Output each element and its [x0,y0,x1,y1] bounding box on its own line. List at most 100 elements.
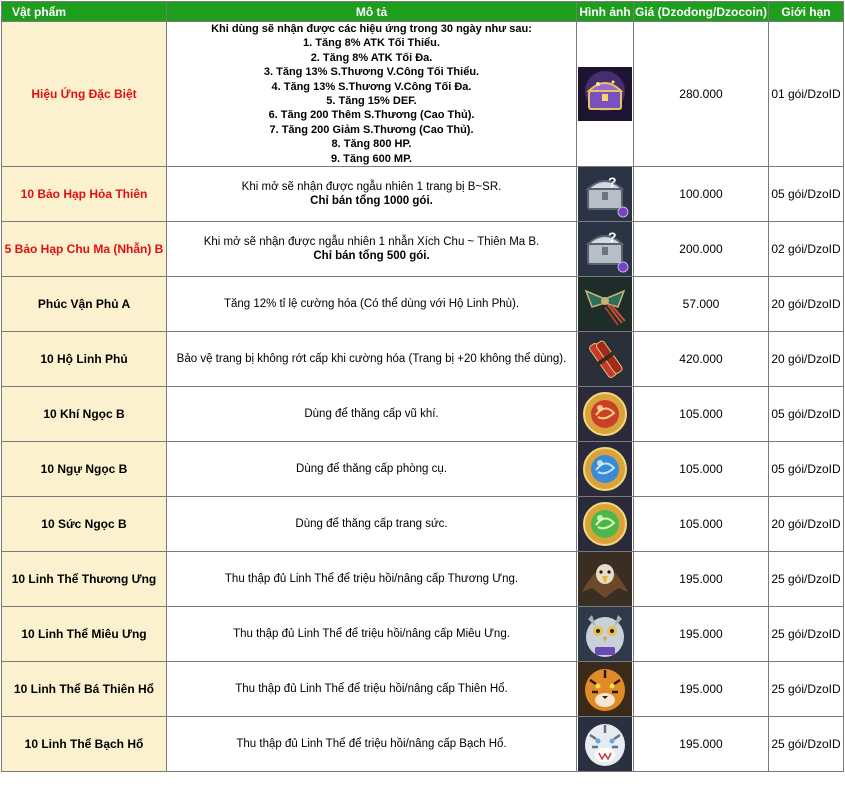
item-price: 280.000 [633,20,769,168]
table-row: 5 Bảo Hạp Chu Ma (Nhẫn) B Khi mở sẽ nhận… [1,221,844,278]
table-row: 10 Linh Thể Miêu Ưng Thu thập đủ Linh Th… [1,606,844,663]
item-price: 195.000 [633,661,769,718]
table-row: 10 Linh Thể Thương Ưng Thu thập đủ Linh … [1,551,844,608]
item-name: 10 Khí Ngọc B [1,386,167,443]
silver-chest-icon: ? [578,222,632,276]
item-description: Bảo vệ trang bị không rớt cấp khi cường … [166,331,577,388]
item-limit: 25 gói/DzoID [768,716,844,773]
item-description: Tăng 12% tỉ lệ cường hóa (Có thể dùng vớ… [166,276,577,333]
header-item: Vật phẩm [1,1,167,22]
eagle-spirit-icon [578,552,632,606]
item-limit: 02 gói/DzoID [768,221,844,278]
item-name: Phúc Vận Phủ A [1,276,167,333]
owl-spirit-icon [578,607,632,661]
item-name: Hiệu Ứng Đặc Biệt [1,20,167,168]
item-image-cell [576,661,634,718]
table-row: Hiệu Ứng Đặc Biệt Khi dùng sẽ nhận được … [1,20,844,168]
description-line: 7. Tăng 200 Giảm S.Thương (Cao Thủ). [269,123,474,136]
item-description: Dùng để thăng cấp vũ khí. [166,386,577,443]
description-line: 1. Tăng 8% ATK Tối Thiểu. [303,37,440,50]
item-limit: 05 gói/DzoID [768,386,844,443]
item-name: 10 Bảo Hạp Hỏa Thiên [1,166,167,223]
description-line: 4. Tăng 13% S.Thương V.Công Tối Đa. [271,80,472,93]
description-line: 3. Tăng 13% S.Thương V.Công Tối Thiểu. [263,66,480,79]
table-header-row: Vật phẩm Mô tả Hình ảnh Giá (Dzodong/Dzo… [1,1,844,22]
item-image-cell [576,716,634,773]
description-line: 8. Tăng 800 HP. [331,138,412,151]
item-name: 10 Linh Thể Bạch Hổ [1,716,167,773]
purple-treasure-chest-icon [578,67,632,122]
item-limit: 20 gói/DzoID [768,276,844,333]
item-price: 57.000 [633,276,769,333]
item-image-cell [576,551,634,608]
item-name: 10 Linh Thể Thương Ưng [1,551,167,608]
description-line: 6. Tăng 200 Thêm S.Thương (Cao Thủ). [268,109,475,122]
item-image-cell [576,331,634,388]
item-image-cell [576,20,634,168]
item-price: 105.000 [633,496,769,553]
item-description: Khi dùng sẽ nhận được các hiệu ứng trong… [166,20,577,168]
item-price: 195.000 [633,551,769,608]
item-name: 10 Linh Thể Miêu Ưng [1,606,167,663]
table-row: 10 Bảo Hạp Hỏa Thiên Khi mở sẽ nhận được… [1,166,844,223]
item-limit: 25 gói/DzoID [768,606,844,663]
item-description: Dùng để thăng cấp trang sức. [166,496,577,553]
item-limit: 05 gói/DzoID [768,441,844,498]
item-limit: 05 gói/DzoID [768,166,844,223]
item-image-cell [576,441,634,498]
item-description: Dùng để thăng cấp phòng cụ. [166,441,577,498]
item-image-cell [576,276,634,333]
table-row: 10 Linh Thể Bá Thiên Hổ Thu thập đủ Linh… [1,661,844,718]
description-line: 9. Tăng 600 MP. [330,152,413,165]
item-limit: 25 gói/DzoID [768,551,844,608]
item-price: 105.000 [633,441,769,498]
item-description: Thu thập đủ Linh Thể để triệu hồi/nâng c… [166,551,577,608]
item-image-cell: ? [576,166,634,223]
red-orb-icon [578,387,632,441]
table-row: 10 Hộ Linh Phủ Bảo vệ trang bị không rớt… [1,331,844,388]
item-limit: 20 gói/DzoID [768,496,844,553]
table-row: 10 Linh Thể Bạch Hổ Thu thập đủ Linh Thể… [1,716,844,773]
item-limit: 25 gói/DzoID [768,661,844,718]
item-image-cell [576,496,634,553]
talisman-charm-icon [578,277,632,331]
scroll-bundle-icon [578,332,632,386]
item-name: 10 Hộ Linh Phủ [1,331,167,388]
header-price: Giá (Dzodong/Dzocoin) [633,1,769,22]
item-price: 100.000 [633,166,769,223]
description-text: Khi mở sẽ nhận được ngẫu nhiên 1 trang b… [241,181,502,194]
item-price: 195.000 [633,716,769,773]
header-description: Mô tả [166,1,577,22]
header-limit: Giới hạn [768,1,844,22]
blue-orb-icon [578,442,632,496]
item-limit: 20 gói/DzoID [768,331,844,388]
item-description: Thu thập đủ Linh Thể để triệu hồi/nâng c… [166,661,577,718]
item-price: 420.000 [633,331,769,388]
item-name: 10 Linh Thể Bá Thiên Hổ [1,661,167,718]
table-row: 10 Sức Ngọc B Dùng để thăng cấp trang sứ… [1,496,844,553]
table-row: Phúc Vận Phủ A Tăng 12% tỉ lệ cường hóa … [1,276,844,333]
item-description: Thu thập đủ Linh Thể để triệu hồi/nâng c… [166,716,577,773]
item-price-table: Vật phẩm Mô tả Hình ảnh Giá (Dzodong/Dzo… [1,1,844,773]
description-line: 5. Tăng 15% DEF. [326,95,417,108]
description-note: Chỉ bán tổng 500 gói. [313,250,430,263]
item-name: 10 Ngự Ngọc B [1,441,167,498]
description-text: Khi mở sẽ nhận được ngẫu nhiên 1 nhẫn Xí… [203,236,540,249]
item-name: 5 Bảo Hạp Chu Ma (Nhẫn) B [1,221,167,278]
description-line: 2. Tăng 8% ATK Tối Đa. [310,51,433,64]
table-row: 10 Ngự Ngọc B Dùng để thăng cấp phòng cụ… [1,441,844,498]
description-note: Chỉ bán tổng 1000 gói. [310,195,433,208]
item-description: Khi mở sẽ nhận được ngẫu nhiên 1 nhẫn Xí… [166,221,577,278]
item-image-cell [576,606,634,663]
item-price: 195.000 [633,606,769,663]
item-name: 10 Sức Ngọc B [1,496,167,553]
item-description: Khi mở sẽ nhận được ngẫu nhiên 1 trang b… [166,166,577,223]
svg-text:?: ? [608,229,617,245]
item-image-cell: ? [576,221,634,278]
item-price: 200.000 [633,221,769,278]
item-limit: 01 gói/DzoID [768,20,844,168]
svg-text:?: ? [608,174,617,190]
silver-chest-icon: ? [578,167,632,221]
header-image: Hình ảnh [576,1,634,22]
item-price: 105.000 [633,386,769,443]
